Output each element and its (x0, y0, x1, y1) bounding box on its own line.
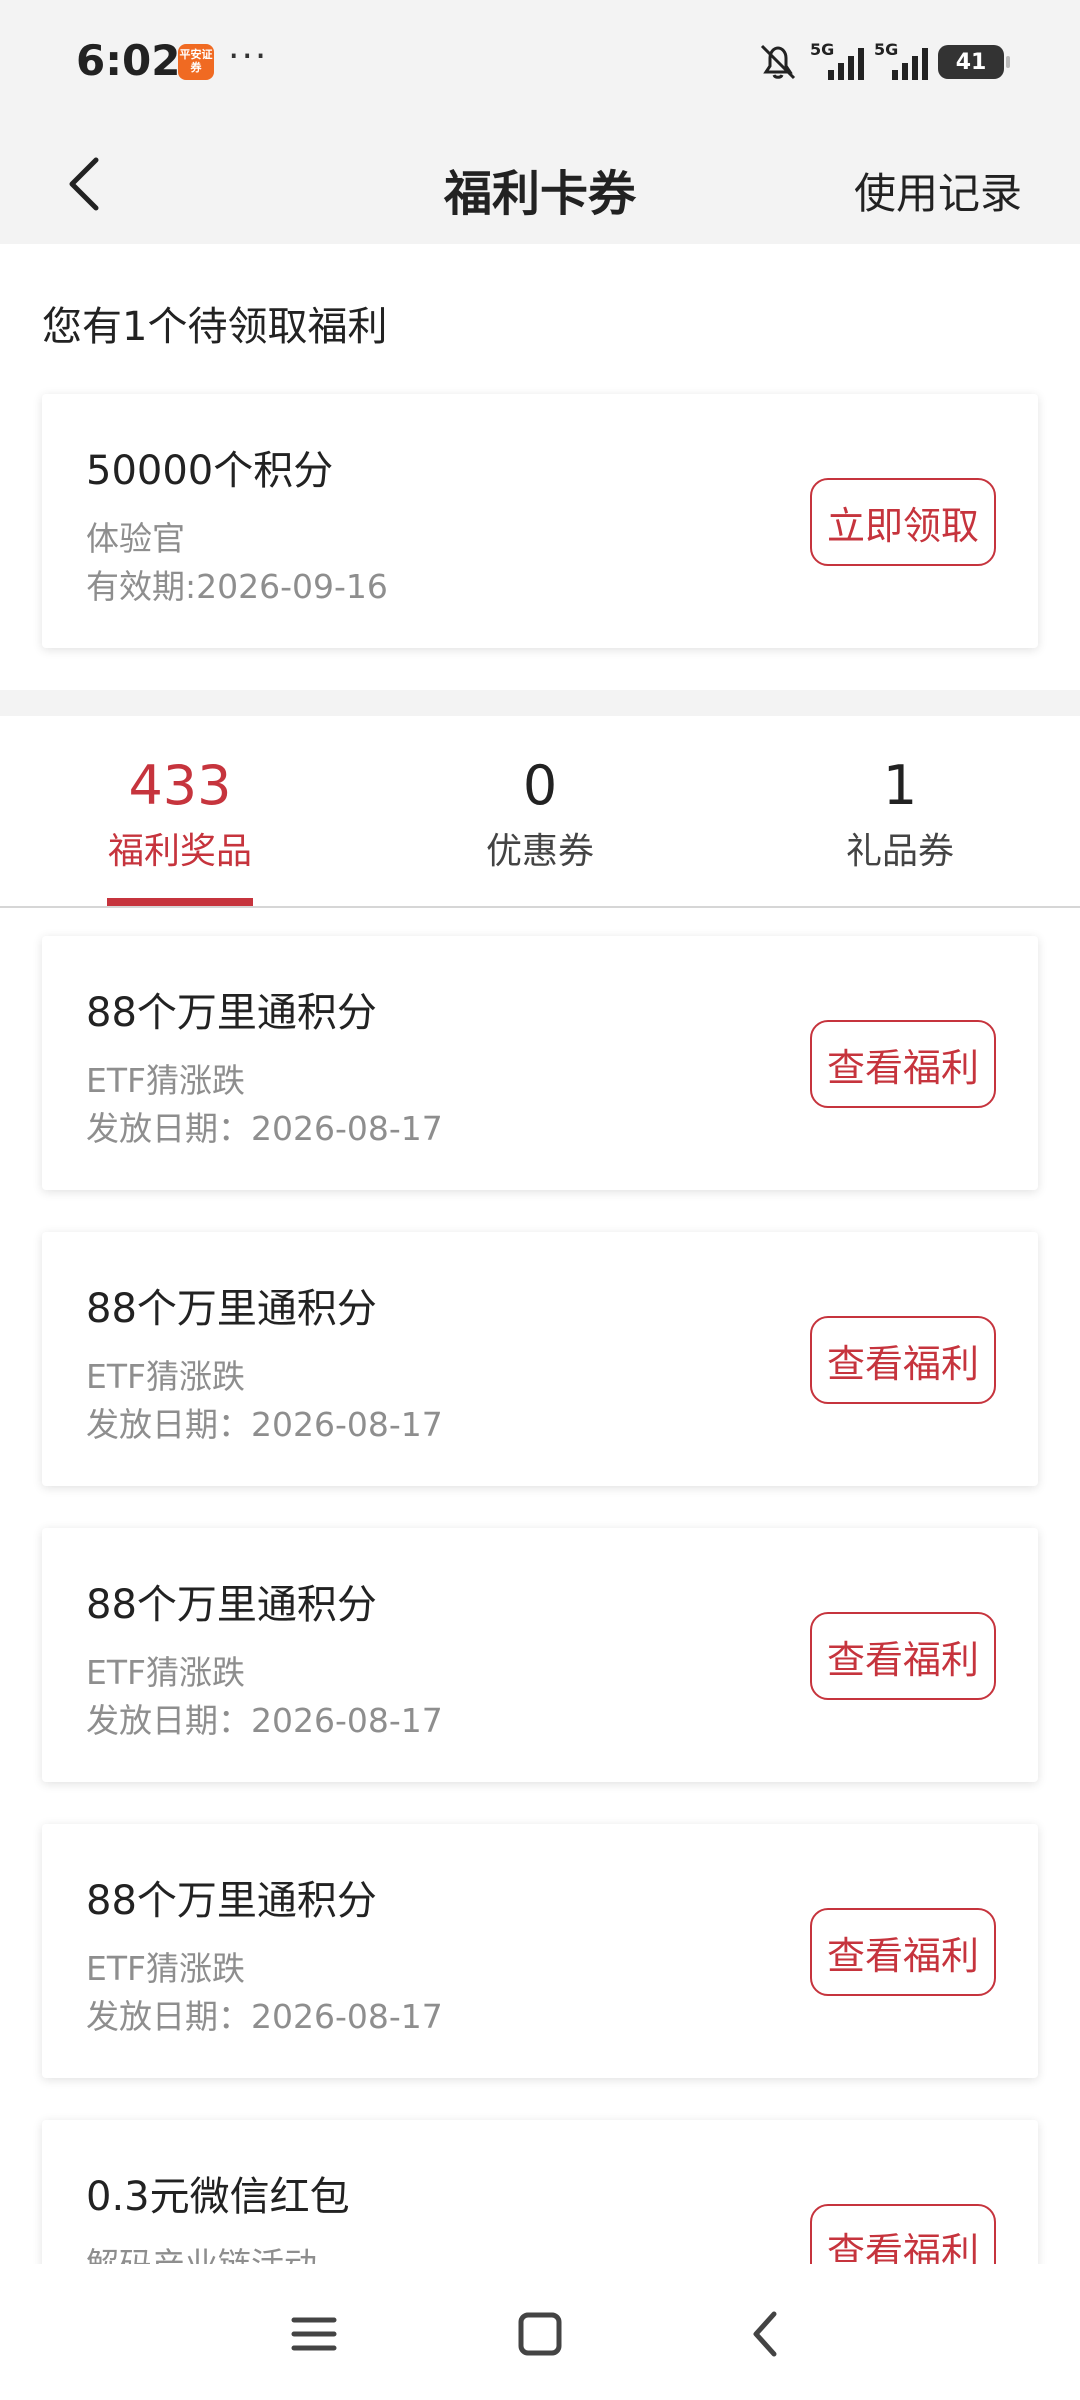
battery-level: 41 (955, 49, 987, 75)
tab-count: 1 (882, 754, 918, 817)
back-icon[interactable] (730, 2298, 802, 2370)
pending-card: 50000个积分 体验官 有效期:2026-09-16 立即领取 (42, 394, 1038, 648)
menu-icon[interactable] (278, 2298, 350, 2370)
item-source: ETF猜涨跌 (86, 1061, 245, 1100)
item-date: 发放日期：2026-08-17 (86, 1405, 443, 1444)
list-item: 88个万里通积分 ETF猜涨跌 发放日期：2026-08-17 查看福利 (42, 936, 1038, 1190)
usage-history-link[interactable]: 使用记录 (854, 160, 1022, 221)
item-source: 解码产业链活动 (86, 2238, 317, 2264)
pending-hint: 您有1个待领取福利 (42, 304, 388, 350)
status-icons: 5G 5G 41 (756, 40, 1010, 84)
tab-label: 礼品券 (845, 831, 954, 872)
tab-label: 福利奖品 (107, 831, 252, 872)
item-source: ETF猜涨跌 (86, 1949, 245, 1988)
system-nav-bar (0, 2264, 1080, 2400)
item-date: 发放日期：2026-08-17 (86, 1997, 443, 2036)
view-welfare-button[interactable]: 查看福利 (810, 1020, 996, 1108)
list-item: 88个万里通积分 ETF猜涨跌 发放日期：2026-08-17 查看福利 (42, 1232, 1038, 1486)
view-welfare-button[interactable]: 查看福利 (810, 2204, 996, 2264)
list-item: 88个万里通积分 ETF猜涨跌 发放日期：2026-08-17 查看福利 (42, 1824, 1038, 2078)
card-title: 50000个积分 (86, 448, 334, 494)
pending-section: 您有1个待领取福利 50000个积分 体验官 有效期:2026-09-16 立即… (0, 244, 1080, 690)
status-bar: 6:02 平安证券 ··· 5G 5G 41 (0, 0, 1080, 124)
header: 福利卡券 使用记录 (0, 124, 1080, 244)
mute-icon (760, 44, 796, 80)
home-icon[interactable] (504, 2298, 576, 2370)
view-welfare-button[interactable]: 查看福利 (810, 1612, 996, 1700)
list-item: 0.3元微信红包 解码产业链活动 查看福利 (42, 2120, 1038, 2264)
tab-count: 433 (128, 754, 232, 817)
tab-gift-vouchers[interactable]: 1 礼品券 (720, 716, 1080, 906)
item-title: 88个万里通积分 (86, 1878, 377, 1924)
signal-2-icon: 5G (874, 40, 928, 80)
more-notifications-icon: ··· (228, 36, 269, 77)
item-source: ETF猜涨跌 (86, 1357, 245, 1396)
tab-count: 0 (522, 754, 558, 817)
view-welfare-button[interactable]: 查看福利 (810, 1316, 996, 1404)
item-title: 88个万里通积分 (86, 1582, 377, 1628)
active-tab-indicator (107, 898, 253, 906)
battery-icon: 41 (938, 45, 1010, 79)
view-welfare-button[interactable]: 查看福利 (810, 1908, 996, 1996)
list-item: 88个万里通积分 ETF猜涨跌 发放日期：2026-08-17 查看福利 (42, 1528, 1038, 1782)
item-date: 发放日期：2026-08-17 (86, 1109, 443, 1148)
claim-button[interactable]: 立即领取 (810, 478, 996, 566)
card-source: 体验官 (86, 519, 185, 558)
signal-2-label: 5G (874, 40, 899, 59)
signal-1-icon: 5G (810, 40, 864, 80)
signal-1-label: 5G (810, 40, 835, 59)
app-notification-icon: 平安证券 (178, 44, 214, 80)
tab-welfare-prizes[interactable]: 433 福利奖品 (0, 716, 360, 906)
item-date: 发放日期：2026-08-17 (86, 1701, 443, 1740)
tab-bar: 433 福利奖品 0 优惠券 1 礼品券 (0, 716, 1080, 908)
item-title: 0.3元微信红包 (86, 2174, 350, 2220)
welfare-list: 88个万里通积分 ETF猜涨跌 发放日期：2026-08-17 查看福利 88个… (0, 908, 1080, 2264)
tab-label: 优惠券 (485, 831, 594, 872)
status-time: 6:02 (76, 36, 181, 85)
card-validity: 有效期:2026-09-16 (86, 567, 388, 606)
item-source: ETF猜涨跌 (86, 1653, 245, 1692)
item-title: 88个万里通积分 (86, 1286, 377, 1332)
item-title: 88个万里通积分 (86, 990, 377, 1036)
tab-coupons[interactable]: 0 优惠券 (360, 716, 720, 906)
